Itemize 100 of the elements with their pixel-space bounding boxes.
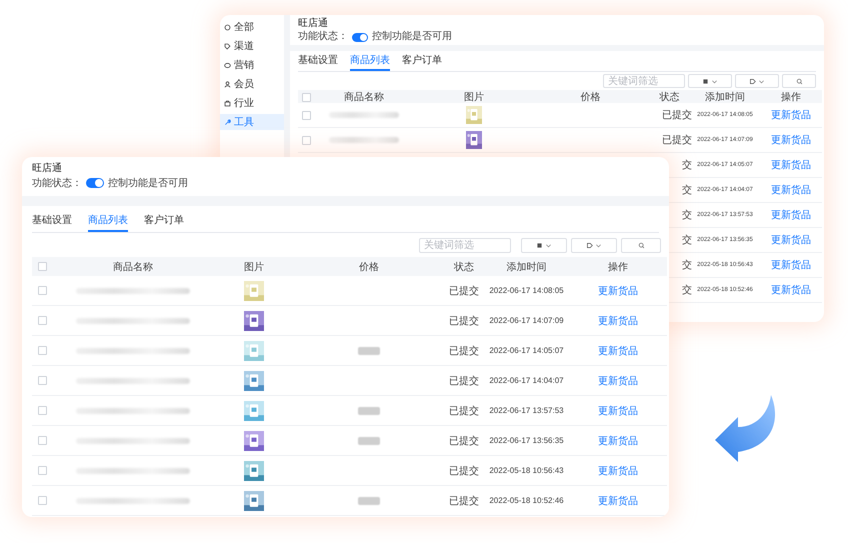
status-text: 已提交	[449, 464, 479, 478]
switch-description: 控制功能是否可用	[108, 176, 188, 190]
update-link[interactable]: 更新货品	[598, 314, 638, 328]
update-link[interactable]: 更新货品	[598, 344, 638, 358]
checkbox[interactable]	[38, 436, 46, 445]
status-text: 已提交	[449, 434, 479, 448]
date-text: 2022-06-17 14:08:05	[489, 286, 564, 295]
status-text: 交	[682, 258, 692, 272]
tab[interactable]: 商品列表	[350, 54, 390, 71]
square-icon	[702, 78, 709, 84]
sidebar-item[interactable]: 会员	[220, 76, 284, 92]
status-text: 交	[682, 284, 692, 297]
update-link[interactable]: 更新货品	[771, 233, 811, 247]
update-link[interactable]: 更新货品	[598, 464, 638, 478]
sidebar-item[interactable]: 营销	[220, 57, 284, 73]
status-text: 交	[682, 208, 692, 222]
update-link[interactable]: 更新货品	[771, 208, 811, 222]
status-text: 已提交	[449, 284, 479, 298]
checkbox[interactable]	[38, 346, 46, 355]
column-header: 价格	[580, 90, 602, 104]
tag-icon	[224, 42, 231, 50]
update-link[interactable]: 更新货品	[771, 283, 811, 297]
date-text: 2022-05-18 10:52:46	[489, 496, 564, 505]
search-icon	[796, 78, 802, 84]
update-link[interactable]: 更新货品	[598, 284, 638, 298]
update-link[interactable]: 更新货品	[771, 133, 811, 147]
chevron-icon	[595, 242, 602, 249]
status-text: 已提交	[449, 314, 479, 328]
person-icon	[224, 80, 231, 88]
sidebar-item[interactable]: 行业	[220, 95, 284, 111]
toggle-switch[interactable]	[352, 32, 368, 42]
wrench-icon	[224, 118, 231, 126]
chevron-icon	[545, 242, 552, 249]
checkbox[interactable]	[38, 376, 46, 385]
sidebar-item[interactable]: 渠道	[220, 38, 284, 54]
bag-icon	[224, 100, 231, 106]
column-header: 状态	[658, 90, 680, 104]
column-header: 图片	[243, 260, 265, 274]
update-link[interactable]: 更新货品	[771, 258, 811, 272]
blurred-name	[329, 112, 399, 118]
column-header: 状态	[453, 260, 475, 274]
update-link[interactable]: 更新货品	[771, 183, 811, 197]
sidebar-item[interactable]: 全部	[220, 19, 284, 35]
status-text: 已提交	[449, 344, 479, 358]
update-link[interactable]: 更新货品	[598, 494, 638, 508]
filter-dropdown[interactable]	[521, 238, 567, 253]
checkbox[interactable]	[302, 92, 310, 102]
checkbox[interactable]	[302, 136, 310, 144]
tag-icon	[749, 78, 756, 84]
update-link[interactable]: 更新货品	[598, 434, 638, 448]
status-label: 功能状态：	[32, 176, 82, 190]
status-text: 交	[682, 158, 692, 172]
update-link[interactable]: 更新货品	[771, 108, 811, 122]
square-icon	[536, 242, 543, 249]
date-text: 2022-06-17 14:04:07	[489, 376, 564, 385]
search-field[interactable]: 关键词筛选	[603, 74, 685, 88]
column-header: 商品名称	[112, 260, 154, 274]
search-field[interactable]: 关键词筛选	[419, 238, 511, 253]
tab[interactable]: 客户订单	[402, 54, 442, 71]
blurred-name	[329, 137, 399, 143]
column-header: 操作	[780, 91, 802, 104]
app-title: 旺店通	[32, 162, 63, 175]
checkbox[interactable]	[302, 110, 310, 120]
toggle-switch[interactable]	[86, 178, 104, 188]
app-title: 旺店通	[298, 18, 329, 30]
sidebar-item[interactable]: 工具	[220, 114, 284, 130]
filter-dropdown[interactable]	[688, 74, 732, 88]
tab[interactable]: 基础设置	[298, 54, 338, 71]
date-text: 2022-06-17 13:57:53	[489, 406, 564, 415]
chevron-icon	[711, 78, 718, 84]
date-text: 2022-06-17 14:07:09	[489, 316, 564, 325]
column-header: 添加时间	[506, 260, 548, 274]
status-text: 已提交	[449, 374, 479, 388]
column-header: 操作	[607, 260, 629, 274]
checkbox[interactable]	[38, 286, 46, 295]
circle-icon	[224, 24, 231, 30]
date-text: 2022-06-17 14:05:07	[489, 346, 564, 355]
search-button[interactable]	[621, 238, 661, 253]
date-text: 2022-06-17 13:56:35	[489, 436, 564, 445]
status-text: 已提交	[662, 134, 692, 147]
update-link[interactable]: 更新货品	[598, 374, 638, 388]
checkbox[interactable]	[38, 496, 46, 505]
update-link[interactable]: 更新货品	[598, 404, 638, 418]
status-text: 已提交	[449, 404, 479, 418]
tab[interactable]: 客户订单	[144, 211, 184, 232]
tab[interactable]: 商品列表	[88, 211, 128, 232]
date-text: 2022-05-18 10:56:43	[489, 466, 564, 475]
tag-icon	[586, 242, 593, 249]
tab[interactable]: 基础设置	[32, 211, 72, 232]
update-link[interactable]: 更新货品	[771, 158, 811, 172]
checkbox[interactable]	[38, 466, 46, 475]
checkbox[interactable]	[38, 316, 46, 325]
column-header: 商品名称	[343, 90, 385, 104]
checkbox[interactable]	[38, 406, 46, 415]
switch-description: 控制功能是否可用	[372, 31, 452, 43]
column-header: 图片	[463, 90, 485, 104]
search-button[interactable]	[782, 74, 816, 88]
column-header: 价格	[358, 260, 380, 274]
checkbox[interactable]	[38, 262, 46, 271]
column-header: 添加时间	[704, 90, 746, 104]
